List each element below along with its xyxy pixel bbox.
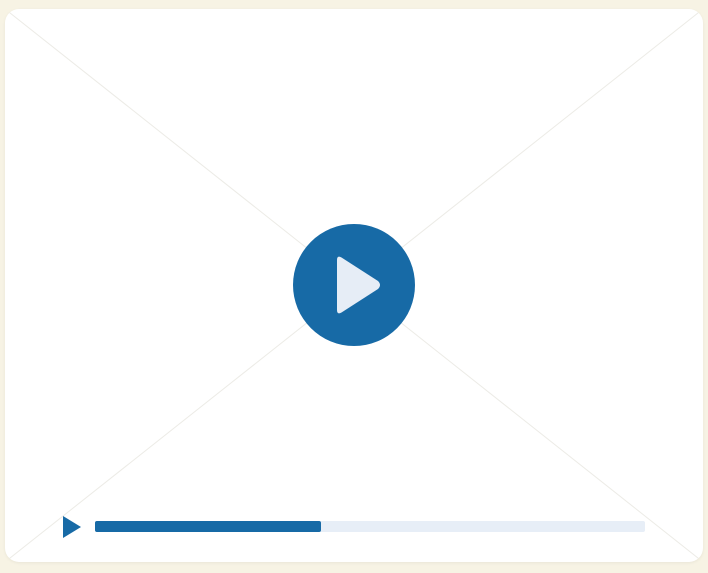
play-icon: [337, 256, 380, 314]
video-player[interactable]: [5, 9, 703, 562]
progress-fill: [95, 521, 321, 532]
progress-bar[interactable]: [95, 521, 645, 532]
big-play-button[interactable]: [293, 224, 415, 346]
play-button[interactable]: [62, 516, 82, 538]
play-icon: [63, 516, 81, 538]
